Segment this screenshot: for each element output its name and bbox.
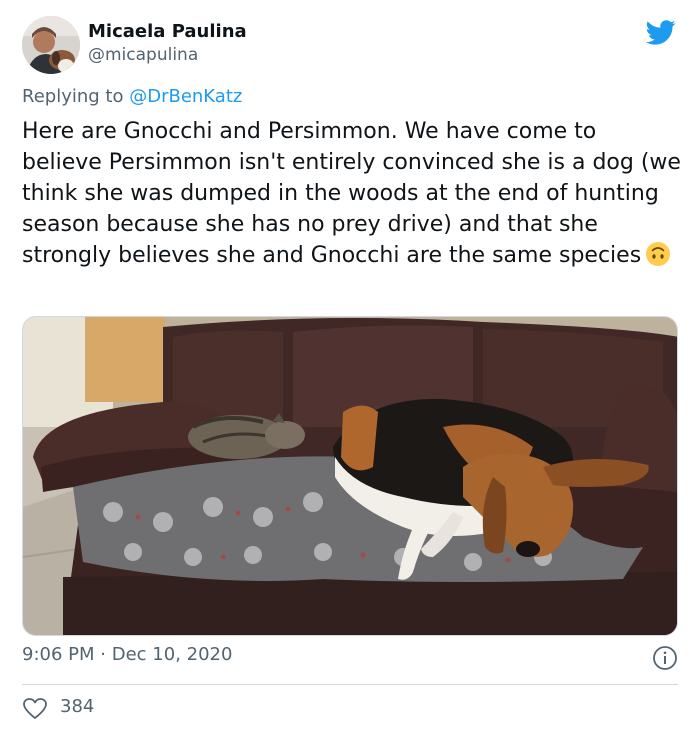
replying-to: Replying to @DrBenKatz	[22, 86, 242, 107]
author-name[interactable]: Micaela Paulina	[88, 21, 247, 42]
avatar[interactable]	[22, 16, 80, 74]
tweet-photo[interactable]	[22, 316, 678, 636]
tweet-timestamp[interactable]: 9:06 PM · Dec 10, 2020	[22, 644, 232, 665]
info-icon[interactable]	[652, 645, 678, 671]
tweet-date: Dec 10, 2020	[111, 644, 233, 665]
tweet-card: Micaela Paulina @micapulina Replying to …	[0, 0, 700, 737]
tweet-text: Here are Gnocchi and Persimmon. We have …	[22, 116, 682, 271]
reply-mention-link[interactable]: @DrBenKatz	[129, 86, 242, 107]
divider	[22, 684, 678, 685]
tweet-body: Here are Gnocchi and Persimmon. We have …	[22, 119, 681, 268]
twitter-bird-icon[interactable]	[645, 17, 677, 47]
like-count[interactable]: 384	[60, 696, 94, 717]
tweet-time: 9:06 PM	[22, 644, 95, 665]
heart-icon[interactable]	[22, 697, 48, 721]
author-handle[interactable]: @micapulina	[88, 45, 198, 65]
upside-down-face-emoji-icon	[645, 241, 671, 267]
replying-prefix: Replying to	[22, 86, 124, 107]
timestamp-separator: ·	[100, 644, 106, 665]
